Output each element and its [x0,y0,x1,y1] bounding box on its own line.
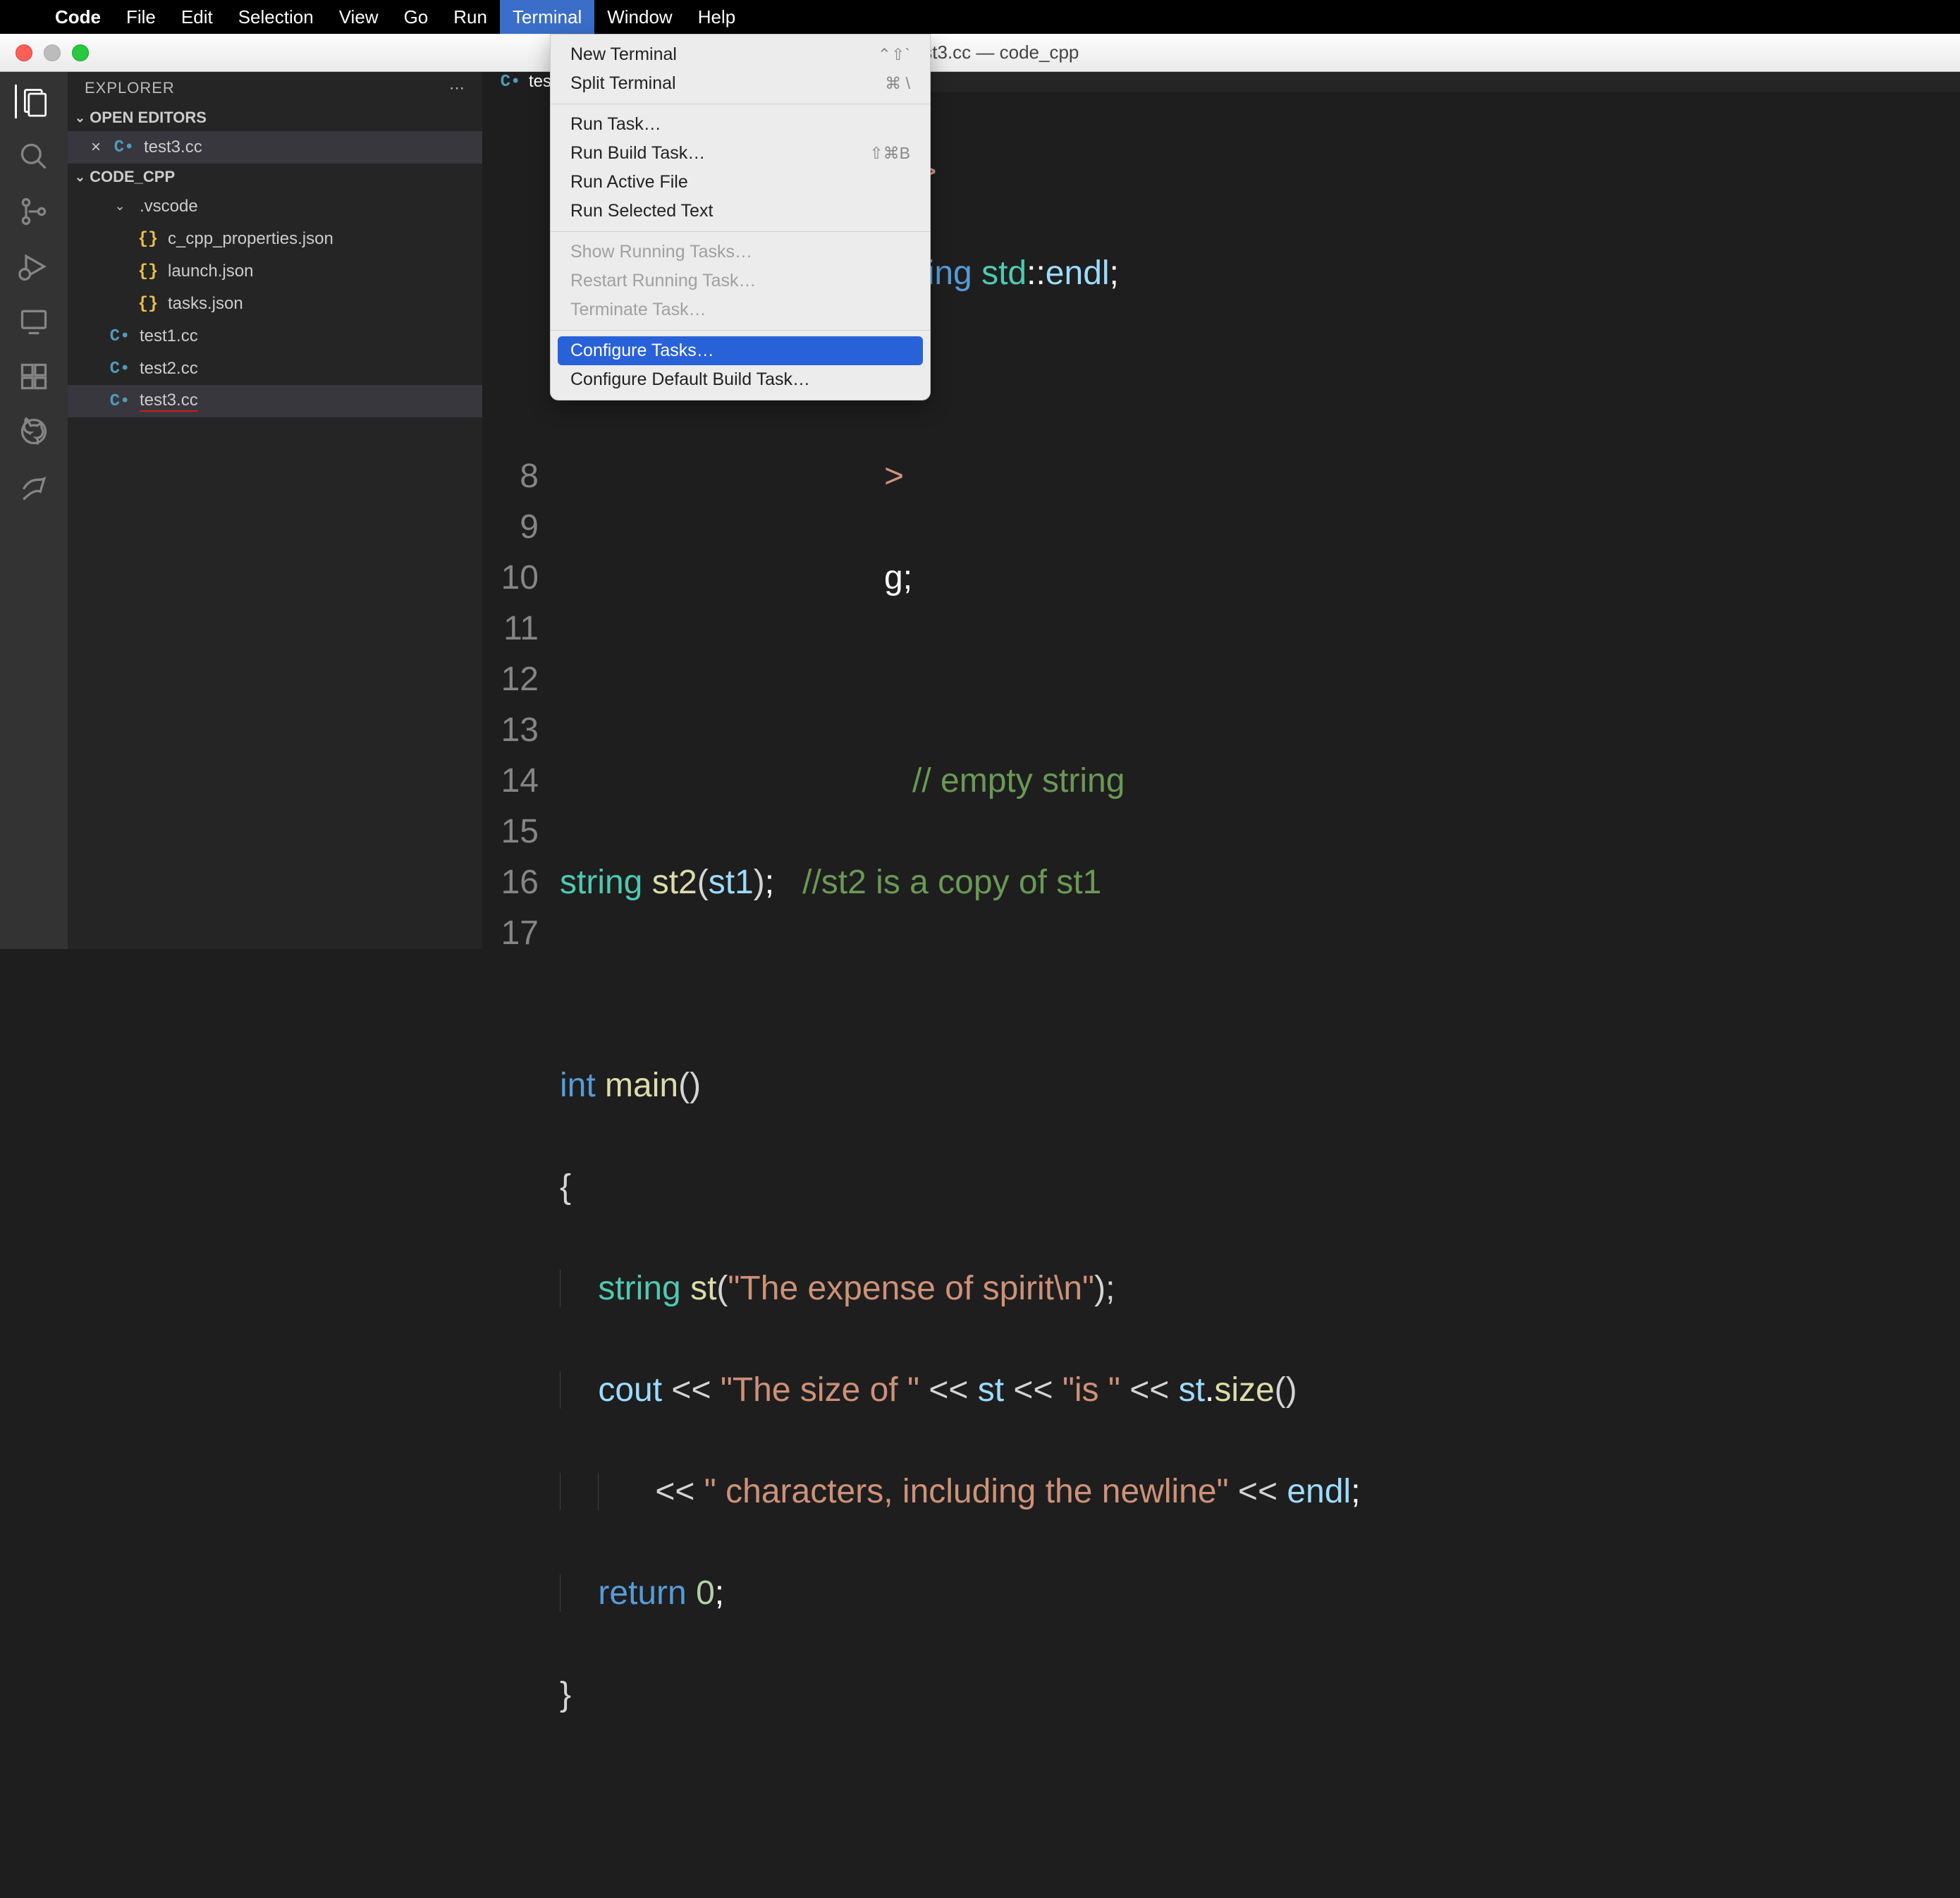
sidebar-title: EXPLORER ⋯ [68,72,482,104]
macos-menubar: Code File Edit Selection View Go Run Ter… [0,0,1960,34]
menu-terminate-task: Terminate Task… [551,295,930,324]
line-number: 9 [482,502,539,553]
tab-label: tes [529,72,551,92]
menu-configure-default-build-task[interactable]: Configure Default Build Task… [551,365,930,394]
menu-configure-tasks[interactable]: Configure Tasks… [558,336,923,365]
terminal-menu-dropdown: New Terminal⌃⇧` Split Terminal⌘ \ Run Ta… [550,34,931,400]
cpp-file-icon: C• [110,360,130,379]
cpp-file-icon: C• [110,327,130,346]
menu-window[interactable]: Window [594,0,685,34]
menu-run-selected-text[interactable]: Run Selected Text [551,197,930,226]
menu-run-active-file[interactable]: Run Active File [551,168,930,197]
line-number: 12 [482,654,539,705]
source-control-icon[interactable] [17,195,51,228]
window-titlebar: C test3.cc — code_cpp [0,34,1960,72]
folder-section[interactable]: ⌄ CODE_CPP [68,164,482,190]
explorer-sidebar: EXPLORER ⋯ ⌄ OPEN EDITORS × C• test3.cc … [68,72,482,949]
file-test2[interactable]: C• test2.cc [68,353,482,385]
line-number: 16 [482,857,539,908]
menu-terminal[interactable]: Terminal [500,0,594,34]
line-number: 8 [482,451,539,502]
explorer-icon[interactable] [15,85,51,118]
share-icon[interactable] [17,470,51,503]
menu-view[interactable]: View [326,0,391,34]
menu-new-terminal[interactable]: New Terminal⌃⇧` [551,40,930,69]
cpp-file-icon: C• [114,138,134,157]
open-editors-section[interactable]: ⌄ OPEN EDITORS [68,104,482,131]
remote-explorer-icon[interactable] [17,305,51,338]
cpp-file-icon: C• [110,392,130,411]
search-icon[interactable] [17,140,51,173]
line-number: 15 [482,807,539,857]
zoom-window-button[interactable] [72,44,89,61]
line-number: 17 [482,908,539,959]
menu-go[interactable]: Go [391,0,441,34]
menu-edit[interactable]: Edit [169,0,226,34]
folder-vscode[interactable]: ⌄ .vscode [68,190,482,223]
open-editor-item[interactable]: × C• test3.cc [68,131,482,164]
more-icon[interactable]: ⋯ [449,79,465,97]
file-launch-json[interactable]: {} launch.json [68,255,482,288]
github-icon[interactable] [17,415,51,448]
menu-run-task[interactable]: Run Task… [551,110,930,139]
minimize-window-button[interactable] [44,44,61,61]
line-number: 14 [482,756,539,807]
menu-separator [551,330,930,331]
menu-run[interactable]: Run [441,0,500,34]
chevron-down-icon: ⌄ [75,170,85,185]
chevron-down-icon: ⌄ [110,199,130,214]
menu-show-running-tasks: Show Running Tasks… [551,238,930,267]
chevron-down-icon: ⌄ [75,111,85,125]
json-file-icon: {} [138,295,158,314]
file-tasks-json[interactable]: {} tasks.json [68,288,482,320]
menu-file[interactable]: File [114,0,169,34]
json-file-icon: {} [138,230,158,249]
menu-separator [551,231,930,232]
run-debug-icon[interactable] [17,250,51,283]
cpp-file-icon: C• [501,73,520,92]
file-test1[interactable]: C• test1.cc [68,320,482,353]
close-window-button[interactable] [16,44,32,61]
menu-split-terminal[interactable]: Split Terminal⌘ \ [551,69,930,98]
menu-selection[interactable]: Selection [226,0,326,34]
activity-bar [0,72,68,949]
app-menu[interactable]: Code [42,0,114,34]
menu-help[interactable]: Help [685,0,748,34]
close-icon[interactable]: × [87,137,104,157]
gutter: 8 9 10 11 12 13 14 15 16 17 [482,96,560,1898]
line-number [482,400,539,451]
extensions-icon[interactable] [17,360,51,393]
file-ccpp-properties[interactable]: {} c_cpp_properties.json [68,223,482,255]
line-number: 10 [482,553,539,604]
traffic-lights [0,44,89,61]
line-number: 13 [482,705,539,756]
menu-restart-running-task: Restart Running Task… [551,267,930,295]
file-test3[interactable]: C• test3.cc [68,385,482,417]
menu-run-build-task[interactable]: Run Build Task…⇧⌘B [551,139,930,168]
json-file-icon: {} [138,262,158,281]
line-number: 11 [482,604,539,654]
